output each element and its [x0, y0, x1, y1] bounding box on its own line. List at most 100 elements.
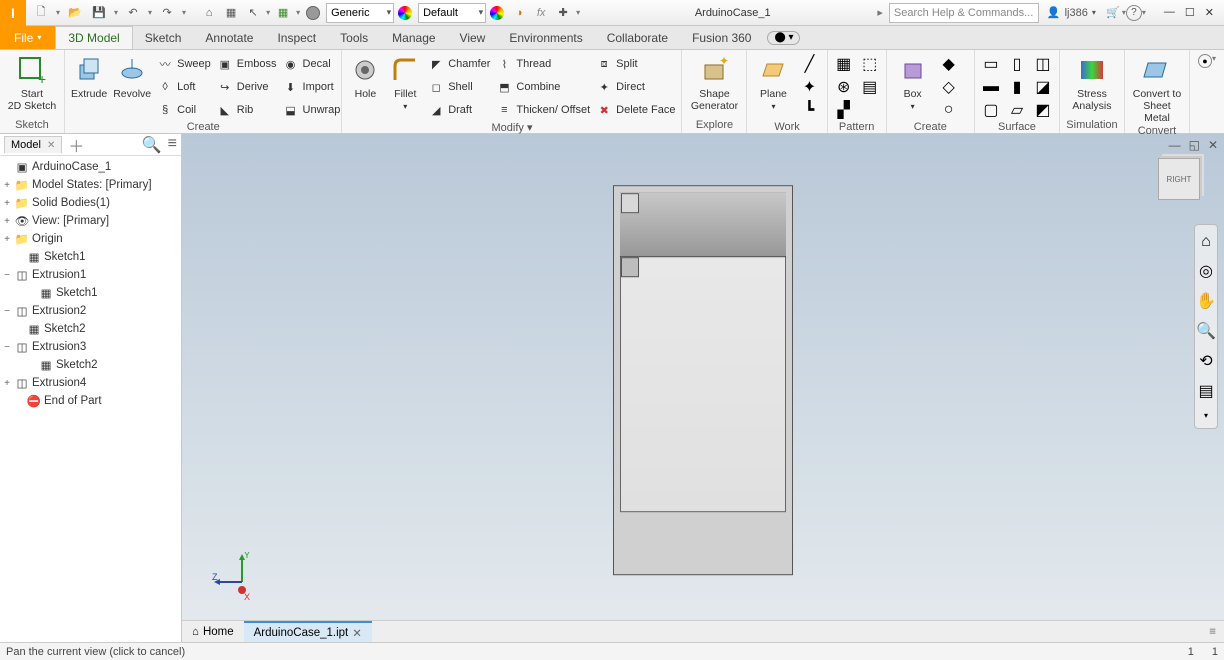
nav-pan-icon[interactable]: ✋ — [1196, 291, 1216, 311]
tab-collaborate[interactable]: Collaborate — [595, 26, 680, 49]
tree-node[interactable]: −◫Extrusion2 — [0, 302, 181, 320]
plus-icon[interactable]: ✚ — [554, 4, 572, 22]
material-icon[interactable] — [304, 4, 322, 22]
search-input[interactable]: Search Help & Commands... — [889, 3, 1039, 23]
tree-node[interactable]: −◫Extrusion1 — [0, 266, 181, 284]
fillet-button[interactable]: Fillet▾ — [388, 52, 422, 111]
tab-manage[interactable]: Manage — [380, 26, 447, 49]
surface-btn-6[interactable]: ▱ — [1007, 100, 1027, 120]
hole-button[interactable]: Hole — [348, 52, 382, 100]
tab-fusion360[interactable]: Fusion 360 — [680, 26, 763, 49]
tab-inspect[interactable]: Inspect — [265, 26, 328, 49]
open-icon[interactable]: 📂 — [66, 4, 84, 22]
fx-icon[interactable]: fx — [532, 4, 550, 22]
mirror-button[interactable]: ▞ — [834, 100, 854, 120]
ucs-button[interactable]: ┗ — [799, 100, 819, 120]
rib-button[interactable]: ◣Rib — [217, 100, 277, 120]
viewport-minimize-icon[interactable]: — — [1169, 138, 1181, 152]
new-icon[interactable]: 🗋 — [32, 4, 50, 22]
browser-search-icon[interactable]: 🔍 — [142, 135, 162, 155]
expand-icon[interactable]: + — [2, 216, 12, 227]
nav-home-icon[interactable]: ⌂ — [1201, 233, 1211, 251]
expand-icon[interactable]: + — [2, 180, 12, 191]
freeform-btn-3[interactable]: ○ — [939, 100, 959, 120]
appearance-picker-icon[interactable] — [490, 6, 504, 20]
update-icon[interactable]: ▦ — [274, 4, 292, 22]
tab-3d-model[interactable]: 3D Model — [55, 26, 132, 49]
surface-btn-3[interactable]: ▢ — [981, 100, 1001, 120]
redo-icon[interactable]: ↷ — [158, 4, 176, 22]
doc-tab-file[interactable]: ArduinoCase_1.ipt✕ — [244, 621, 372, 642]
start-2d-sketch-button[interactable]: + Start 2D Sketch — [6, 52, 58, 112]
select-icon[interactable]: ↖ — [244, 4, 262, 22]
tree-node[interactable]: +◫Extrusion4 — [0, 374, 181, 392]
help-icon[interactable]: ? — [1126, 5, 1142, 21]
circ-pattern-button[interactable]: ⊛ — [834, 77, 854, 97]
draft-button[interactable]: ◢Draft — [428, 100, 490, 120]
ribbon-collapse-toggle[interactable]: ⬤ ▾ — [767, 31, 800, 45]
surface-btn-9[interactable]: ◩ — [1033, 100, 1053, 120]
tree-node[interactable]: ▣ArduinoCase_1 — [0, 158, 181, 176]
tab-sketch[interactable]: Sketch — [133, 26, 194, 49]
doc-tab-home[interactable]: ⌂Home — [182, 621, 244, 642]
nav-zoom-icon[interactable]: 🔍 — [1196, 321, 1216, 341]
close-browser-tab-icon[interactable]: ✕ — [47, 140, 55, 151]
pattern-btn-4[interactable]: ⬚ — [860, 54, 880, 74]
shape-generator-button[interactable]: ✦ Shape Generator — [688, 52, 740, 112]
freeform-btn-1[interactable]: ◆ — [939, 54, 959, 74]
tree-node[interactable]: ▦Sketch1 — [0, 248, 181, 266]
ribbon-options-icon[interactable]: ● — [1198, 54, 1212, 68]
surface-btn-7[interactable]: ◫ — [1033, 54, 1053, 74]
tree-node[interactable]: ▦Sketch2 — [0, 356, 181, 374]
tab-tools[interactable]: Tools — [328, 26, 380, 49]
delete-face-button[interactable]: ✖Delete Face — [596, 100, 675, 120]
undo-icon[interactable]: ↶ — [124, 4, 142, 22]
tree-node[interactable]: +👁View: [Primary] — [0, 212, 181, 230]
tree-node[interactable]: ▦Sketch1 — [0, 284, 181, 302]
direct-button[interactable]: ✦Direct — [596, 77, 675, 97]
thicken-button[interactable]: ≡Thicken/ Offset — [496, 100, 590, 120]
unwrap-button[interactable]: ⬓Unwrap — [283, 100, 341, 120]
view-cube[interactable]: RIGHT — [1158, 158, 1200, 200]
import-button[interactable]: ⬇Import — [283, 77, 341, 97]
tree-node[interactable]: ⛔End of Part — [0, 392, 181, 410]
viewport-restore-icon[interactable]: ◱ — [1189, 138, 1200, 152]
tree-node[interactable]: −◫Extrusion3 — [0, 338, 181, 356]
axis-button[interactable]: ╱ — [799, 54, 819, 74]
viewport-3d[interactable]: — ◱ ✕ RIGHT ⌂ ◎ ✋ 🔍 ⟲ ▤ ▾ Y Z — [182, 134, 1224, 642]
tree-node[interactable]: +📁Solid Bodies(1) — [0, 194, 181, 212]
split-button[interactable]: ⧈Split — [596, 54, 675, 74]
cart-icon[interactable]: 🛒 — [1104, 4, 1122, 22]
surface-btn-2[interactable]: ▬ — [981, 77, 1001, 97]
chamfer-button[interactable]: ◤Chamfer — [428, 54, 490, 74]
material-dropdown[interactable]: Generic — [326, 3, 394, 23]
app-icon[interactable]: I — [0, 0, 26, 26]
account-area[interactable]: 👤 lj386 ▾ — [1039, 6, 1104, 19]
tab-file[interactable]: File▾ — [0, 26, 55, 49]
tree-node[interactable]: +📁Origin — [0, 230, 181, 248]
add-browser-tab-icon[interactable]: ＋ — [68, 133, 84, 157]
surface-btn-1[interactable]: ▭ — [981, 54, 1001, 74]
doc-tabs-menu-icon[interactable]: ≡ — [1201, 626, 1224, 638]
minimize-icon[interactable]: — — [1164, 6, 1175, 19]
browser-tree[interactable]: ▣ArduinoCase_1+📁Model States: [Primary]+… — [0, 156, 181, 642]
tab-view[interactable]: View — [448, 26, 498, 49]
shell-button[interactable]: ◻Shell — [428, 77, 490, 97]
home-icon[interactable]: ⌂ — [200, 4, 218, 22]
convert-sheet-metal-button[interactable]: Convert to Sheet Metal — [1131, 52, 1183, 124]
expand-icon[interactable]: + — [2, 234, 12, 245]
team-icon[interactable]: ▦ — [222, 4, 240, 22]
extrude-button[interactable]: Extrude — [71, 52, 107, 100]
expand-icon[interactable]: − — [2, 342, 12, 353]
box-freeform-button[interactable]: Box▾ — [893, 52, 933, 111]
decal-button[interactable]: ◉Decal — [283, 54, 341, 74]
viewport-close-icon[interactable]: ✕ — [1208, 138, 1218, 152]
expand-icon[interactable]: + — [2, 378, 12, 389]
tree-node[interactable]: ▦Sketch2 — [0, 320, 181, 338]
save-icon[interactable]: 💾 — [90, 4, 108, 22]
sweep-button[interactable]: 〰Sweep — [157, 54, 211, 74]
expand-icon[interactable]: + — [2, 198, 12, 209]
surface-btn-5[interactable]: ▮ — [1007, 77, 1027, 97]
model-geometry[interactable] — [613, 185, 793, 575]
coil-button[interactable]: §Coil — [157, 100, 211, 120]
